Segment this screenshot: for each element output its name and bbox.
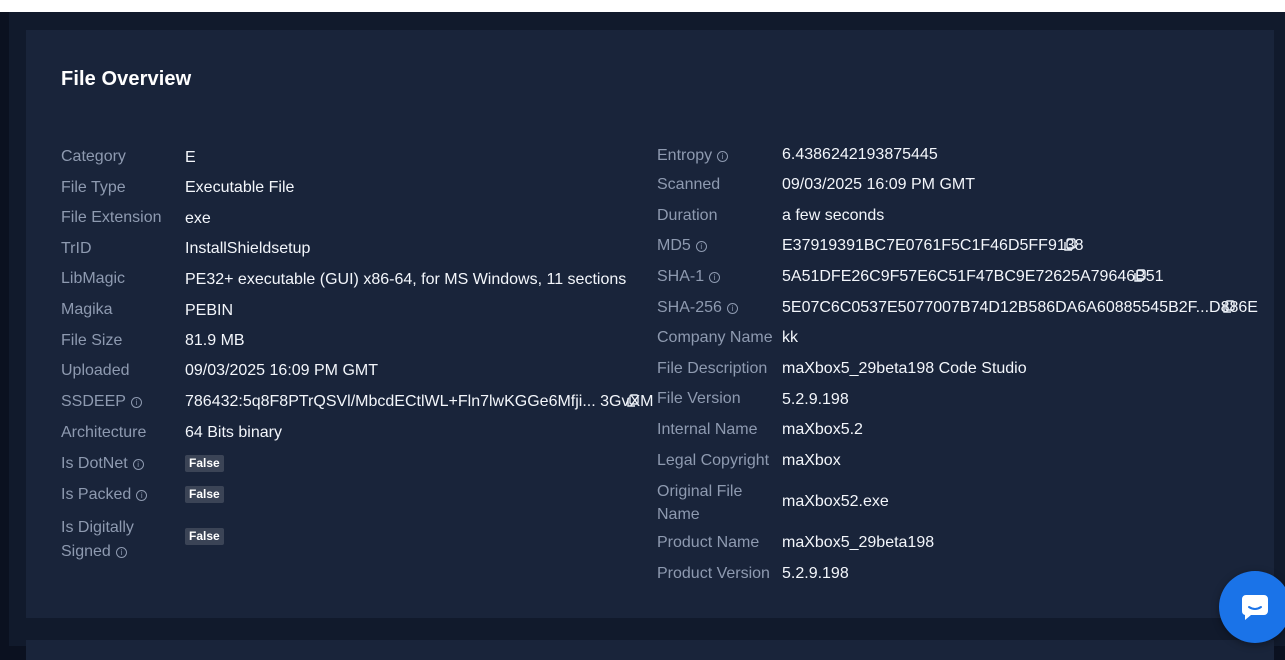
file-size-value: 81.9 MB	[185, 332, 245, 349]
sha256-label-text: SHA-256	[657, 299, 722, 316]
chat-icon	[1241, 595, 1268, 620]
original-file-name-label-line2: Name	[657, 506, 700, 523]
is-packed-badge: False	[185, 486, 224, 503]
file-extension-value: exe	[185, 210, 211, 227]
original-file-name-label-line1: Original File	[657, 483, 743, 500]
file-version-label: File Version	[657, 390, 741, 407]
info-icon[interactable]: i	[115, 547, 127, 558]
is-digitally-signed-label-line2: Signed	[61, 543, 111, 560]
file-type-label: File Type	[61, 179, 126, 196]
entropy-label-text: Entropy	[657, 147, 713, 164]
next-card	[26, 640, 1274, 660]
libmagic-label: LibMagic	[61, 270, 126, 287]
sha256-value: 5E07C6C0537E5077007B74D12B586DA6A6088554…	[782, 299, 1258, 316]
duration-value: a few seconds	[782, 207, 885, 224]
file-extension-label: File Extension	[61, 209, 162, 226]
file-description-value: maXbox5_29beta198 Code Studio	[782, 360, 1027, 377]
uploaded-label: Uploaded	[61, 362, 130, 379]
ssdeep-label: SSDEEP i	[61, 393, 142, 411]
file-description-label: File Description	[657, 360, 768, 377]
top-strip	[0, 0, 1285, 12]
company-name-value: kk	[782, 329, 798, 346]
file-version-value: 5.2.9.198	[782, 391, 849, 408]
sha1-label: SHA-1 i	[657, 268, 721, 286]
uploaded-value: 09/03/2025 16:09 PM GMT	[185, 362, 378, 379]
is-dotnet-badge: False	[185, 455, 224, 472]
is-dotnet-label-text: Is DotNet	[61, 455, 128, 472]
magika-value: PEBIN	[185, 302, 234, 319]
md5-label: MD5 i	[657, 237, 707, 255]
legal-copyright-label: Legal Copyright	[657, 452, 770, 469]
scanned-value: 09/03/2025 16:09 PM GMT	[782, 176, 975, 193]
file-type-value: Executable File	[185, 179, 295, 196]
product-name-label: Product Name	[657, 534, 760, 551]
info-icon[interactable]: i	[136, 490, 148, 501]
copy-icon[interactable]	[1222, 300, 1236, 314]
product-name-value: maXbox5_29beta198	[782, 534, 935, 551]
internal-name-label: Internal Name	[657, 421, 758, 438]
copy-icon[interactable]	[1133, 269, 1147, 283]
sha1-value: 5A51DFE26C9F57E6C51F47BC9E72625A79646B51	[782, 268, 1164, 285]
category-label: Category	[61, 148, 126, 165]
info-icon[interactable]: i	[695, 241, 707, 252]
info-icon[interactable]: i	[717, 151, 729, 162]
libmagic-value: PE32+ executable (GUI) x86-64, for MS Wi…	[185, 271, 627, 288]
is-digitally-signed-label-line2-wrap: Signed i	[61, 540, 134, 564]
is-packed-label-text: Is Packed	[61, 486, 132, 503]
ssdeep-value: 786432:5q8F8PTrQSVl/MbcdECtlWL+Fln7lwKGG…	[185, 393, 654, 410]
magika-label: Magika	[61, 301, 113, 318]
sha256-label: SHA-256 i	[657, 299, 738, 317]
is-digitally-signed-label: Is Digitally Signed i	[61, 516, 134, 564]
legal-copyright-value: maXbox	[782, 452, 841, 469]
product-version-value: 5.2.9.198	[782, 565, 849, 582]
trid-value: InstallShieldsetup	[185, 240, 311, 257]
category-value: E	[185, 149, 196, 166]
ssdeep-label-text: SSDEEP	[61, 393, 126, 410]
duration-label: Duration	[657, 207, 718, 224]
original-file-name-label: Original File Name	[657, 480, 742, 526]
architecture-label: Architecture	[61, 424, 147, 441]
is-packed-label: Is Packed i	[61, 486, 148, 504]
info-icon[interactable]: i	[132, 459, 144, 470]
info-icon[interactable]: i	[709, 272, 721, 283]
info-icon[interactable]: i	[726, 303, 738, 314]
copy-icon[interactable]	[626, 394, 640, 408]
page-title: File Overview	[61, 68, 192, 90]
md5-label-text: MD5	[657, 237, 691, 254]
entropy-label: Entropy i	[657, 147, 729, 165]
sha1-label-text: SHA-1	[657, 268, 705, 285]
scanned-label: Scanned	[657, 176, 721, 193]
internal-name-value: maXbox5.2	[782, 421, 863, 438]
is-digitally-signed-badge: False	[185, 528, 224, 545]
file-size-label: File Size	[61, 332, 123, 349]
trid-label: TrID	[61, 240, 92, 257]
is-digitally-signed-label-line1: Is Digitally	[61, 519, 134, 536]
chat-button[interactable]	[1219, 571, 1285, 643]
info-icon[interactable]: i	[130, 397, 142, 408]
original-file-name-value: maXbox52.exe	[782, 493, 889, 510]
company-name-label: Company Name	[657, 329, 773, 346]
is-dotnet-label: Is DotNet i	[61, 455, 144, 473]
copy-icon[interactable]	[1063, 238, 1077, 252]
product-version-label: Product Version	[657, 565, 770, 582]
architecture-value: 64 Bits binary	[185, 424, 282, 441]
entropy-value: 6.4386242193875445	[782, 146, 938, 163]
md5-value: E37919391BC7E0761F5C1F46D5FF9138	[782, 237, 1084, 254]
